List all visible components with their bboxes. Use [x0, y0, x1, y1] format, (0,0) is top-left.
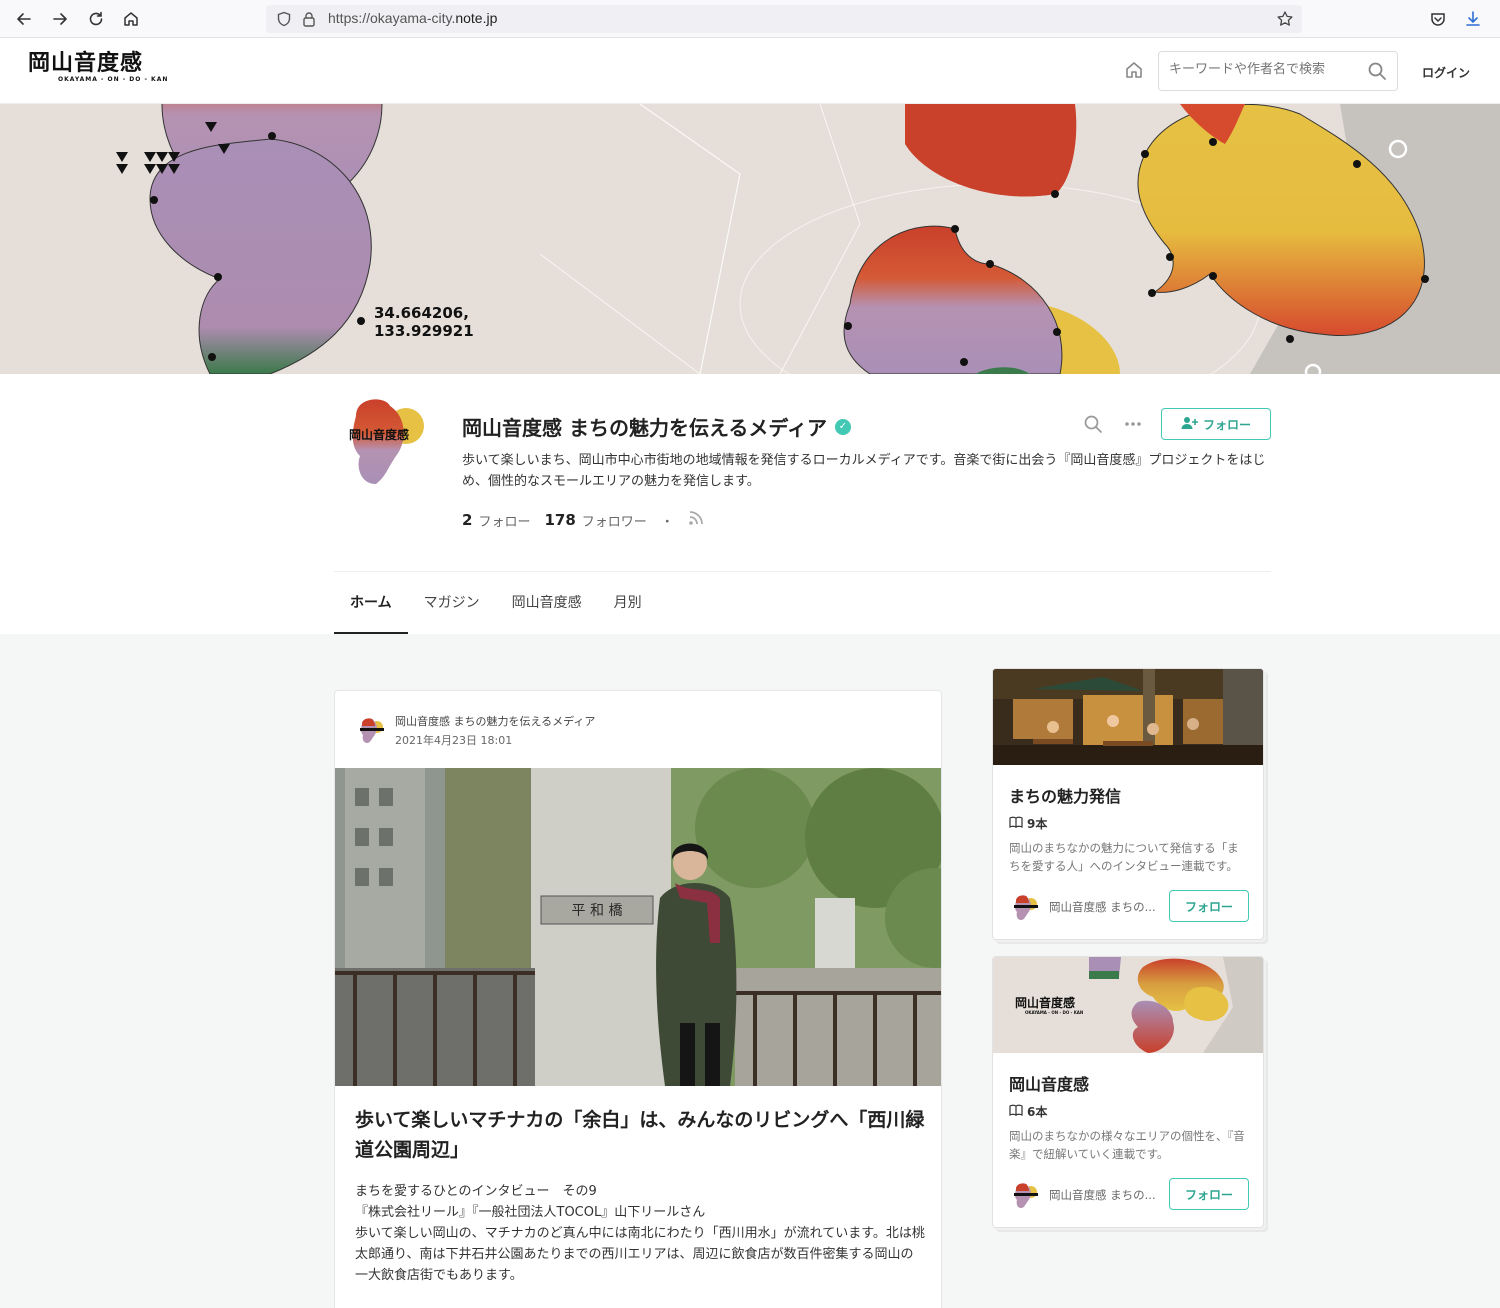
address-bar[interactable]: https://okayama-city.note.jp — [266, 5, 1302, 33]
home-nav-icon[interactable] — [1124, 60, 1144, 84]
more-options-icon[interactable] — [1121, 412, 1145, 436]
banner-coordinates-2: 133.929921 — [374, 322, 474, 340]
magazine-follow-button[interactable]: フォロー — [1169, 890, 1249, 922]
magazine-count-text: 9本 — [1027, 817, 1048, 831]
profile-follow-button[interactable]: フォロー — [1161, 408, 1271, 440]
forward-arrow-icon[interactable] — [48, 7, 72, 31]
magazine-thumbnail[interactable] — [993, 669, 1263, 765]
reload-icon[interactable] — [84, 7, 108, 31]
magazine-count: 9本 — [1009, 815, 1047, 832]
profile-description: 歩いて楽しいまち、岡山市中心市街地の地域情報を発信するローカルメディアです。音楽… — [462, 453, 1266, 489]
profile-banner: 34.664206, 133.929921 — [0, 104, 1500, 374]
magazine-thumbnail[interactable]: 岡山音度感 OKAYAMA - ON - DO - KAN — [993, 957, 1263, 1053]
login-link[interactable]: ログイン — [1422, 64, 1470, 81]
search-box[interactable] — [1158, 51, 1398, 91]
magazine-card[interactable]: 岡山音度感 OKAYAMA - ON - DO - KAN 岡山音度感 6本 岡… — [992, 956, 1264, 1228]
article-excerpt: まちを愛するひとのインタビュー その9 『株式会社リール』『一般社団法人TOCO… — [355, 1181, 925, 1286]
magazine-title[interactable]: まちの魅力発信 — [1009, 783, 1121, 807]
following-label[interactable]: フォロー — [478, 511, 530, 530]
site-header: 岡山音度感 OKAYAMA - ON - DO - KAN ログイン — [0, 38, 1500, 104]
profile-section: 岡山音度感 岡山音度感 まちの魅力を伝えるメディア ✓ 歩いて楽しいまち、岡山市… — [0, 374, 1500, 634]
tab-monthly[interactable]: 月別 — [598, 572, 658, 634]
article-photo[interactable]: 平 和 橋 — [335, 768, 941, 1086]
browser-toolbar: https://okayama-city.note.jp — [0, 0, 1500, 38]
shield-icon[interactable] — [276, 11, 292, 31]
article-card[interactable]: 岡山音度感 まちの魅力を伝えるメディア 2021年4月23日 18:01 平 和… — [334, 690, 942, 1308]
magazine-author-name[interactable]: 岡山音度感 まちの... — [1049, 1187, 1164, 1203]
profile-avatar[interactable]: 岡山音度感 — [346, 396, 432, 484]
followers-label[interactable]: フォロワー — [582, 511, 647, 530]
profile-search-icon[interactable] — [1081, 412, 1105, 436]
book-icon — [1009, 1104, 1023, 1119]
article-author-name[interactable]: 岡山音度感 まちの魅力を伝えるメディア — [395, 713, 595, 729]
magazine-thumb-logo: 岡山音度感 — [1015, 995, 1075, 1010]
following-count[interactable]: 2 — [462, 511, 472, 529]
magazine-follow-button[interactable]: フォロー — [1169, 1178, 1249, 1210]
stats-separator: ・ — [660, 514, 674, 530]
magazine-count-text: 6本 — [1027, 1105, 1048, 1119]
tab-magazine[interactable]: マガジン — [408, 572, 496, 634]
rss-icon[interactable] — [688, 510, 704, 530]
profile-stats: 2 フォロー 178 フォロワー ・ — [462, 510, 704, 530]
followers-count[interactable]: 178 — [544, 511, 575, 529]
home-icon[interactable] — [119, 7, 143, 31]
article-author-avatar[interactable] — [359, 717, 385, 743]
article-excerpt-line2: 『株式会社リール』『一般社団法人TOCOL』山下リールさん — [355, 1205, 706, 1220]
magazine-author-avatar[interactable] — [1013, 1182, 1039, 1208]
profile-name: 岡山音度感 まちの魅力を伝えるメディア ✓ — [462, 412, 851, 441]
search-icon[interactable] — [1367, 61, 1387, 85]
article-excerpt-line3: 歩いて楽しい岡山の、マチナカのど真ん中には南北にわたり「西川用水」が流れています… — [355, 1226, 925, 1283]
back-arrow-icon[interactable] — [12, 7, 36, 31]
magazine-card[interactable]: まちの魅力発信 9本 岡山のまちなかの魅力について発信する「まちを愛する人」への… — [992, 668, 1264, 940]
bookmark-star-icon[interactable] — [1276, 10, 1294, 32]
lock-icon[interactable] — [302, 11, 316, 31]
site-logo[interactable]: 岡山音度感 OKAYAMA - ON - DO - KAN — [28, 52, 180, 88]
photo-sign-text: 平 和 橋 — [572, 903, 623, 919]
book-icon — [1009, 816, 1023, 831]
tab-okayama-ondokan[interactable]: 岡山音度感 — [496, 572, 598, 634]
magazine-title[interactable]: 岡山音度感 — [1009, 1071, 1089, 1095]
search-input[interactable] — [1169, 62, 1359, 77]
pocket-icon[interactable] — [1426, 7, 1450, 31]
magazine-author-avatar[interactable] — [1013, 894, 1039, 920]
download-icon[interactable] — [1461, 7, 1485, 31]
magazine-count: 6本 — [1009, 1103, 1047, 1120]
profile-follow-label: フォロー — [1202, 417, 1251, 432]
article-excerpt-line1: まちを愛するひとのインタビュー その9 — [355, 1184, 597, 1199]
add-user-icon — [1181, 416, 1199, 433]
avatar-logo-text: 岡山音度感 — [349, 427, 409, 442]
banner-coordinates-1: 34.664206, — [374, 304, 469, 322]
verified-badge-icon: ✓ — [834, 418, 851, 435]
article-date: 2021年4月23日 18:01 — [395, 734, 513, 747]
magazine-description: 岡山のまちなかの様々なエリアの個性を、『音楽』で紐解いていく連載です。 — [1009, 1129, 1245, 1161]
article-title[interactable]: 歩いて楽しいマチナカの「余白」は、みんなのリビングへ「西川緑道公園周辺」 — [355, 1105, 925, 1165]
tab-home[interactable]: ホーム — [334, 572, 408, 634]
magazine-thumb-sublogo: OKAYAMA - ON - DO - KAN — [1025, 1010, 1083, 1015]
url-text[interactable]: https://okayama-city.note.jp — [328, 10, 497, 26]
magazine-description: 岡山のまちなかの魅力について発信する「まちを愛する人」へのインタビュー連載です。 — [1009, 841, 1239, 873]
profile-name-text: 岡山音度感 まちの魅力を伝えるメディア — [462, 416, 827, 440]
magazine-author-name[interactable]: 岡山音度感 まちの... — [1049, 899, 1164, 915]
profile-tabs: ホーム マガジン 岡山音度感 月別 — [334, 572, 658, 634]
